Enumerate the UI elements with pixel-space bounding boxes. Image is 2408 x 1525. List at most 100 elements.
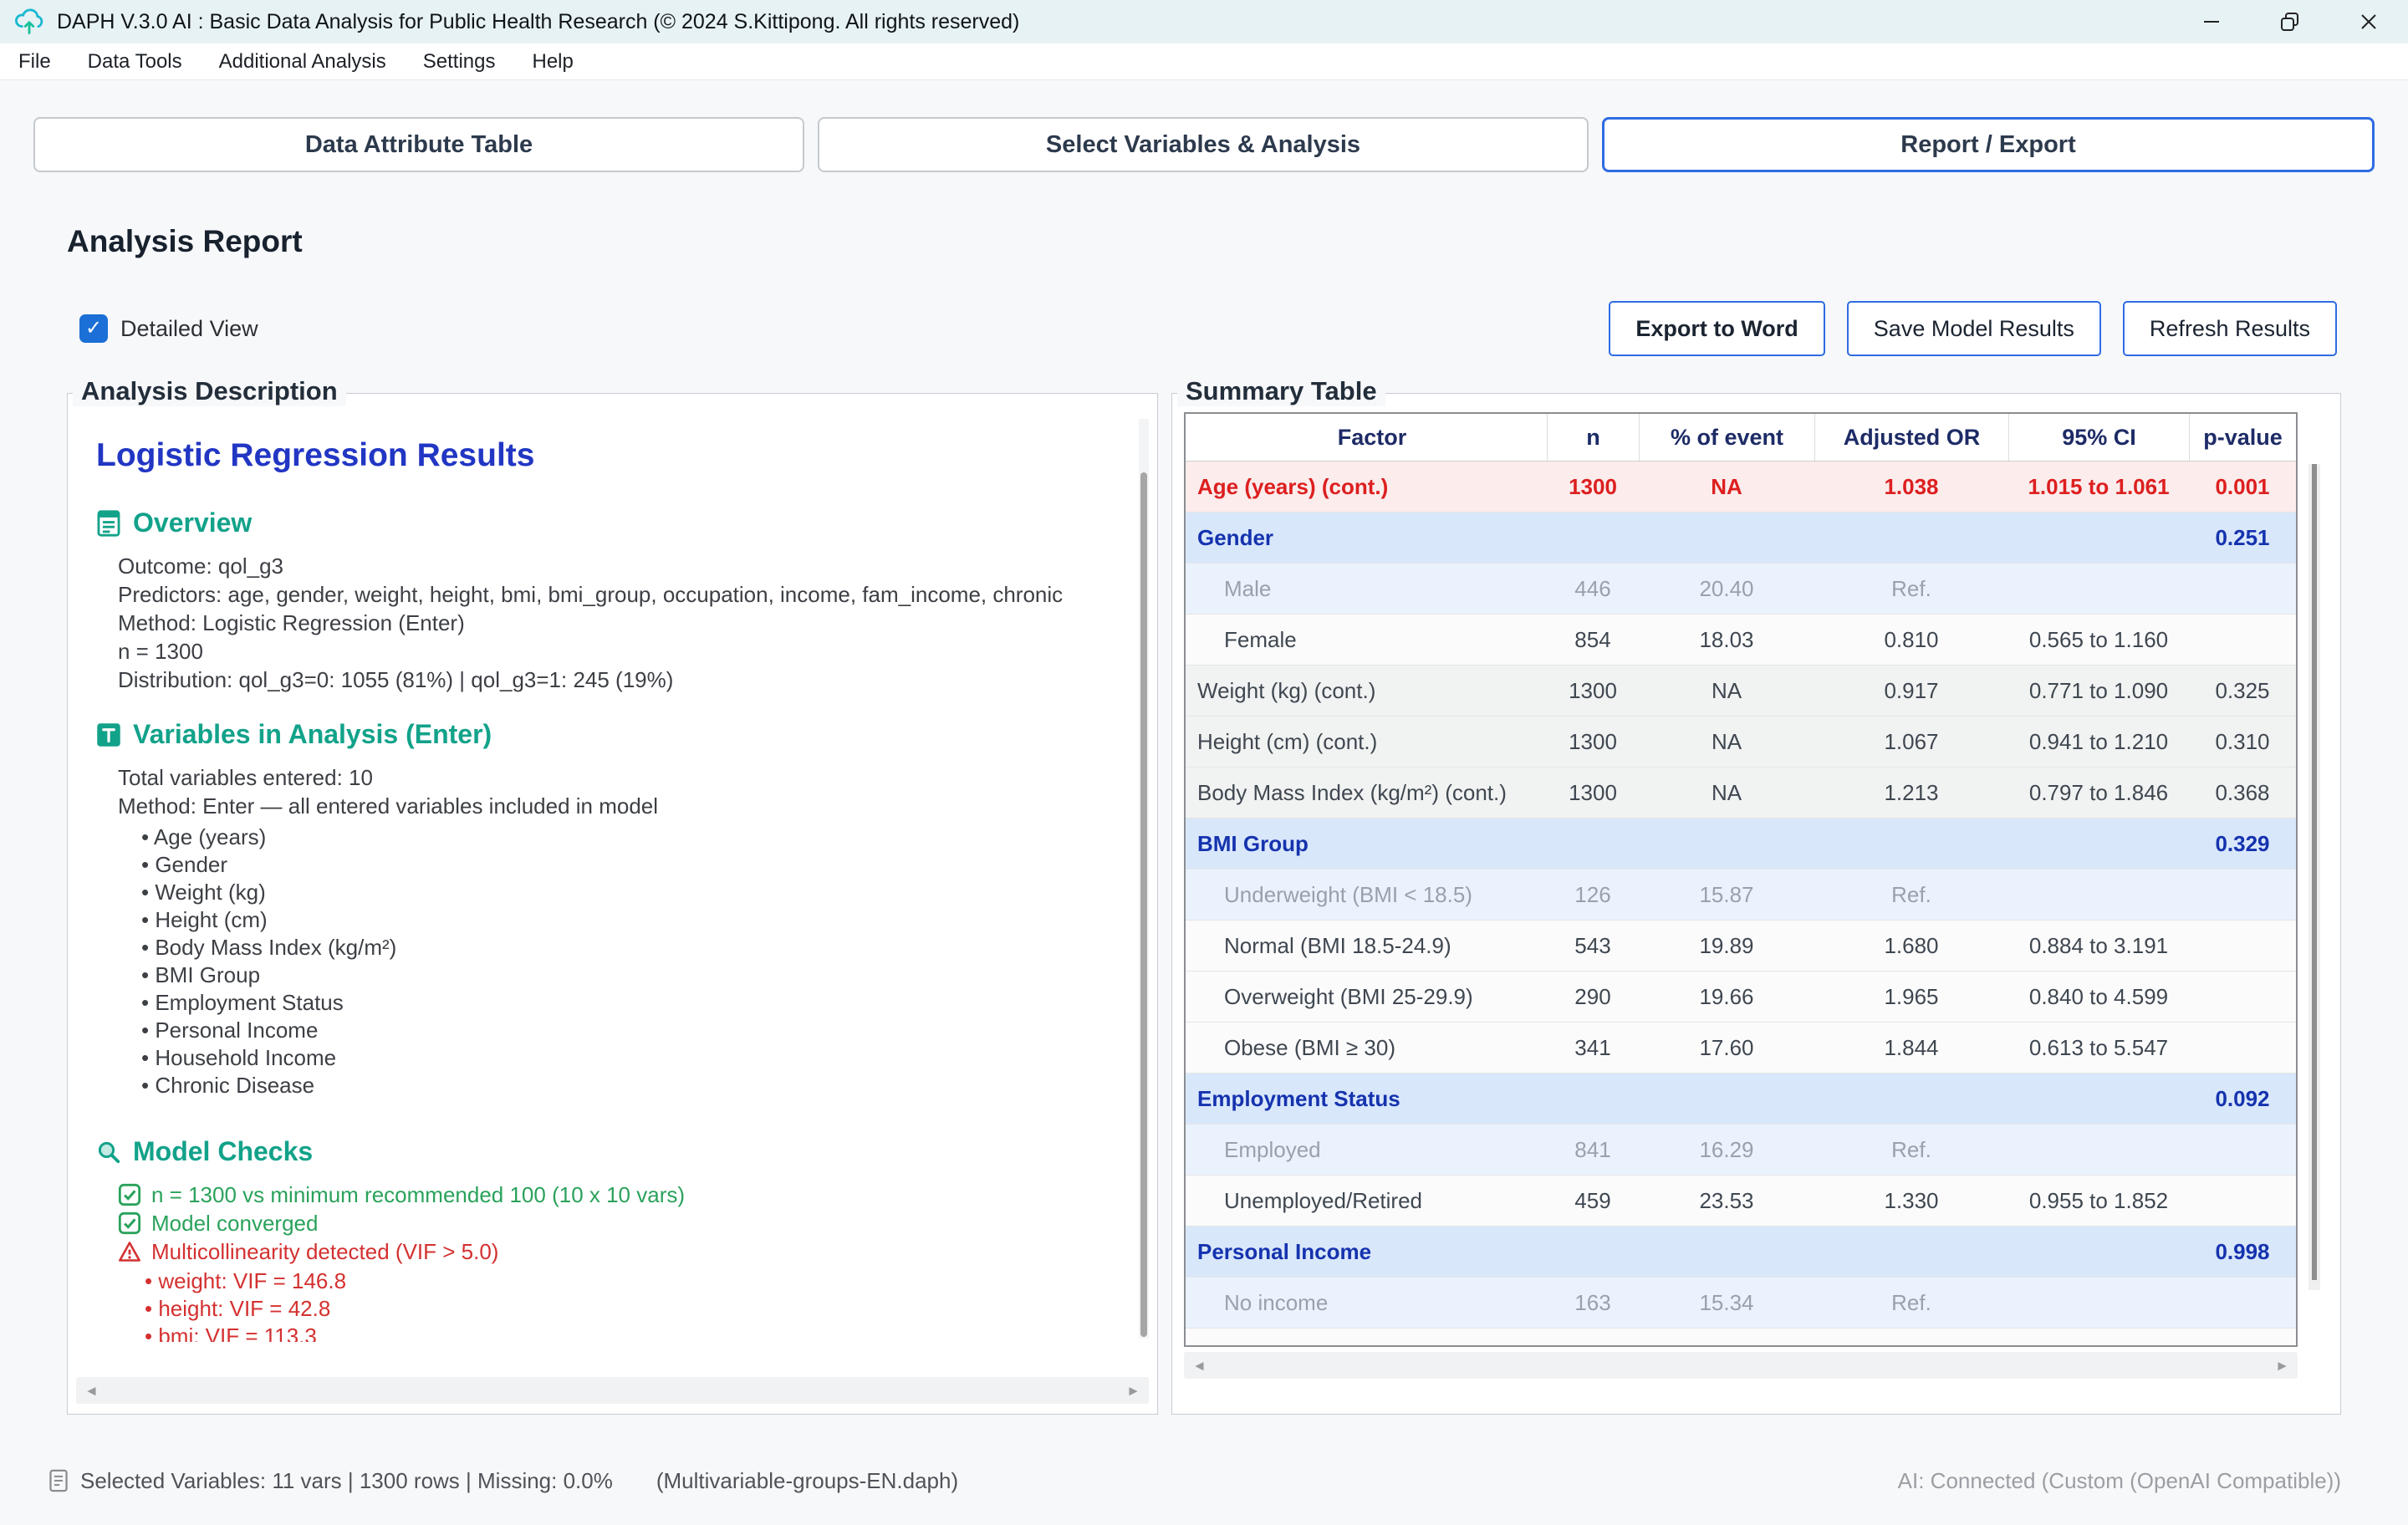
table-row[interactable]: Normal (BMI 18.5-24.9)54319.891.6800.884… — [1186, 921, 2296, 972]
column-header-adjusted-or[interactable]: Adjusted OR — [1814, 414, 2008, 461]
detailed-view-checkbox[interactable]: ✓ — [79, 314, 108, 343]
cell-factor: Height (cm) (cont.) — [1186, 729, 1547, 755]
scroll-left-arrow-icon[interactable]: ◄ — [1192, 1359, 1207, 1373]
cell-pct: NA — [1639, 474, 1814, 500]
menu-settings[interactable]: Settings — [423, 50, 496, 74]
save-model-results-button[interactable]: Save Model Results — [1847, 301, 2101, 356]
menu-additional-analysis[interactable]: Additional Analysis — [219, 50, 386, 74]
menu-help[interactable]: Help — [532, 50, 573, 74]
table-row[interactable]: Female85418.030.8100.565 to 1.160 — [1186, 615, 2296, 666]
cell-or: Ref. — [1814, 1137, 2008, 1163]
column-header-factor[interactable]: Factor — [1186, 414, 1547, 461]
cell-factor: Employed — [1186, 1137, 1547, 1163]
cell-or: 1.067 — [1814, 729, 2008, 755]
cell-factor: Personal Income — [1186, 1239, 1547, 1265]
cell-factor: Body Mass Index (kg/m²) (cont.) — [1186, 780, 1547, 806]
status-ai-connection: AI: Connected (Custom (OpenAI Compatible… — [1898, 1468, 2341, 1494]
table-row[interactable]: Overweight (BMI 25-29.9)29019.661.9650.8… — [1186, 972, 2296, 1023]
table-row[interactable]: Unemployed/Retired45923.531.3300.955 to … — [1186, 1176, 2296, 1227]
column-header-p-value[interactable]: p-value — [2189, 414, 2296, 461]
variables-line: Method: Enter — all entered variables in… — [118, 792, 1107, 820]
check-icon — [118, 1183, 141, 1206]
cell-factor: Age (years) (cont.) — [1186, 474, 1547, 500]
table-row[interactable]: Obese (BMI ≥ 30)34117.601.8440.613 to 5.… — [1186, 1023, 2296, 1074]
export-to-word-button[interactable]: Export to Word — [1609, 301, 1824, 356]
table-horizontal-scrollbar[interactable]: ◄ ► — [1184, 1352, 2298, 1379]
summary-table-title: Summary Table — [1177, 376, 1385, 406]
table-row[interactable]: Weight (kg) (cont.)1300NA0.9170.771 to 1… — [1186, 666, 2296, 717]
scroll-left-arrow-icon[interactable]: ◄ — [84, 1384, 99, 1398]
scroll-right-arrow-icon[interactable]: ► — [1126, 1384, 1140, 1398]
summary-table-panel: Summary Table Factor n % of event Adjust… — [1171, 393, 2341, 1415]
table-row[interactable]: Male44620.40Ref. — [1186, 564, 2296, 615]
cell-or: 0.810 — [1814, 627, 2008, 653]
table-row[interactable]: Underweight (BMI < 18.5)12615.87Ref. — [1186, 870, 2296, 921]
cell-factor: Unemployed/Retired — [1186, 1188, 1547, 1214]
scrollbar-thumb[interactable] — [2312, 464, 2317, 1280]
cell-ci: 0.797 to 1.846 — [2008, 780, 2189, 806]
menu-data-tools[interactable]: Data Tools — [88, 50, 182, 74]
column-header-pct-of-event[interactable]: % of event — [1639, 414, 1814, 461]
scrollbar-thumb[interactable] — [1140, 472, 1147, 1337]
cell-p: 0.251 — [2189, 525, 2296, 551]
table-row[interactable]: BMI Group0.329 — [1186, 819, 2296, 870]
table-row[interactable]: No income16315.34Ref. — [1186, 1278, 2296, 1329]
minimize-button[interactable] — [2172, 0, 2251, 43]
overview-line: n = 1300 — [118, 637, 1107, 666]
vif-item: height: VIF = 42.8 — [145, 1295, 1107, 1323]
cell-p: 0.001 — [2189, 474, 2296, 500]
variable-item: Height (cm) — [141, 906, 1107, 934]
cell-n: 341 — [1547, 1035, 1639, 1061]
cell-ci: 0.565 to 1.160 — [2008, 627, 2189, 653]
app-logo-icon — [13, 6, 45, 38]
table-row[interactable]: Body Mass Index (kg/m²) (cont.)1300NA1.2… — [1186, 768, 2296, 819]
cell-ci: 0.840 to 4.599 — [2008, 984, 2189, 1010]
cell-pct: 17.60 — [1639, 1035, 1814, 1061]
cell-n: 1300 — [1547, 729, 1639, 755]
overview-line: Distribution: qol_g3=0: 1055 (81%) | qol… — [118, 666, 1107, 694]
cell-pct: 23.53 — [1639, 1188, 1814, 1214]
table-row[interactable]: Employment Status0.092 — [1186, 1074, 2296, 1125]
status-selected-variables: Selected Variables: 11 vars | 1300 rows … — [80, 1468, 613, 1494]
cell-factor: No income — [1186, 1290, 1547, 1316]
vif-item: weight: VIF = 146.8 — [145, 1267, 1107, 1295]
variables-icon — [96, 722, 121, 747]
cell-factor: Weight (kg) (cont.) — [1186, 678, 1547, 704]
tab-select-variables-analysis[interactable]: Select Variables & Analysis — [818, 117, 1589, 172]
scroll-right-arrow-icon[interactable]: ► — [2275, 1359, 2289, 1373]
page-title: Analysis Report — [67, 224, 2408, 259]
description-vertical-scrollbar[interactable] — [1139, 419, 1149, 1339]
tab-data-attribute-table[interactable]: Data Attribute Table — [33, 117, 804, 172]
table-row[interactable]: Employed84116.29Ref. — [1186, 1125, 2296, 1176]
cell-or: Ref. — [1814, 882, 2008, 908]
column-header-95-ci[interactable]: 95% CI — [2008, 414, 2189, 461]
close-button[interactable] — [2329, 0, 2408, 43]
cell-ci: 0.941 to 1.210 — [2008, 729, 2189, 755]
cell-pct: 16.29 — [1639, 1137, 1814, 1163]
table-row[interactable]: Personal Income0.998 — [1186, 1227, 2296, 1278]
cell-pct: 18.03 — [1639, 627, 1814, 653]
analysis-description-content: Logistic Regression Results Overview Out… — [96, 422, 1107, 1342]
table-row[interactable]: Height (cm) (cont.)1300NA1.0670.941 to 1… — [1186, 717, 2296, 768]
cell-factor: Normal (BMI 18.5-24.9) — [1186, 933, 1547, 959]
window-title: DAPH V.3.0 AI : Basic Data Analysis for … — [57, 10, 1019, 34]
table-row[interactable]: Age (years) (cont.)1300NA1.0381.015 to 1… — [1186, 462, 2296, 513]
cell-ci: 0.613 to 5.547 — [2008, 1035, 2189, 1061]
tab-report-export[interactable]: Report / Export — [1602, 117, 2375, 172]
cell-p: 0.310 — [2189, 729, 2296, 755]
refresh-results-button[interactable]: Refresh Results — [2123, 301, 2337, 356]
table-row[interactable]: < 10,000 Baht/month18316.941.0110.557 to… — [1186, 1329, 2296, 1347]
check-icon — [118, 1211, 141, 1235]
table-vertical-scrollbar[interactable] — [2309, 464, 2320, 1290]
cell-p: 0.329 — [2189, 831, 2296, 857]
description-horizontal-scrollbar[interactable]: ◄ ► — [76, 1377, 1149, 1404]
cell-or: 1.965 — [1814, 984, 2008, 1010]
table-row[interactable]: Gender0.251 — [1186, 513, 2296, 564]
restore-button[interactable] — [2251, 0, 2329, 43]
cell-factor: Female — [1186, 627, 1547, 653]
column-header-n[interactable]: n — [1547, 414, 1639, 461]
cell-n: 290 — [1547, 984, 1639, 1010]
cell-n: 1300 — [1547, 474, 1639, 500]
menu-file[interactable]: File — [18, 50, 51, 74]
cell-pct: NA — [1639, 729, 1814, 755]
